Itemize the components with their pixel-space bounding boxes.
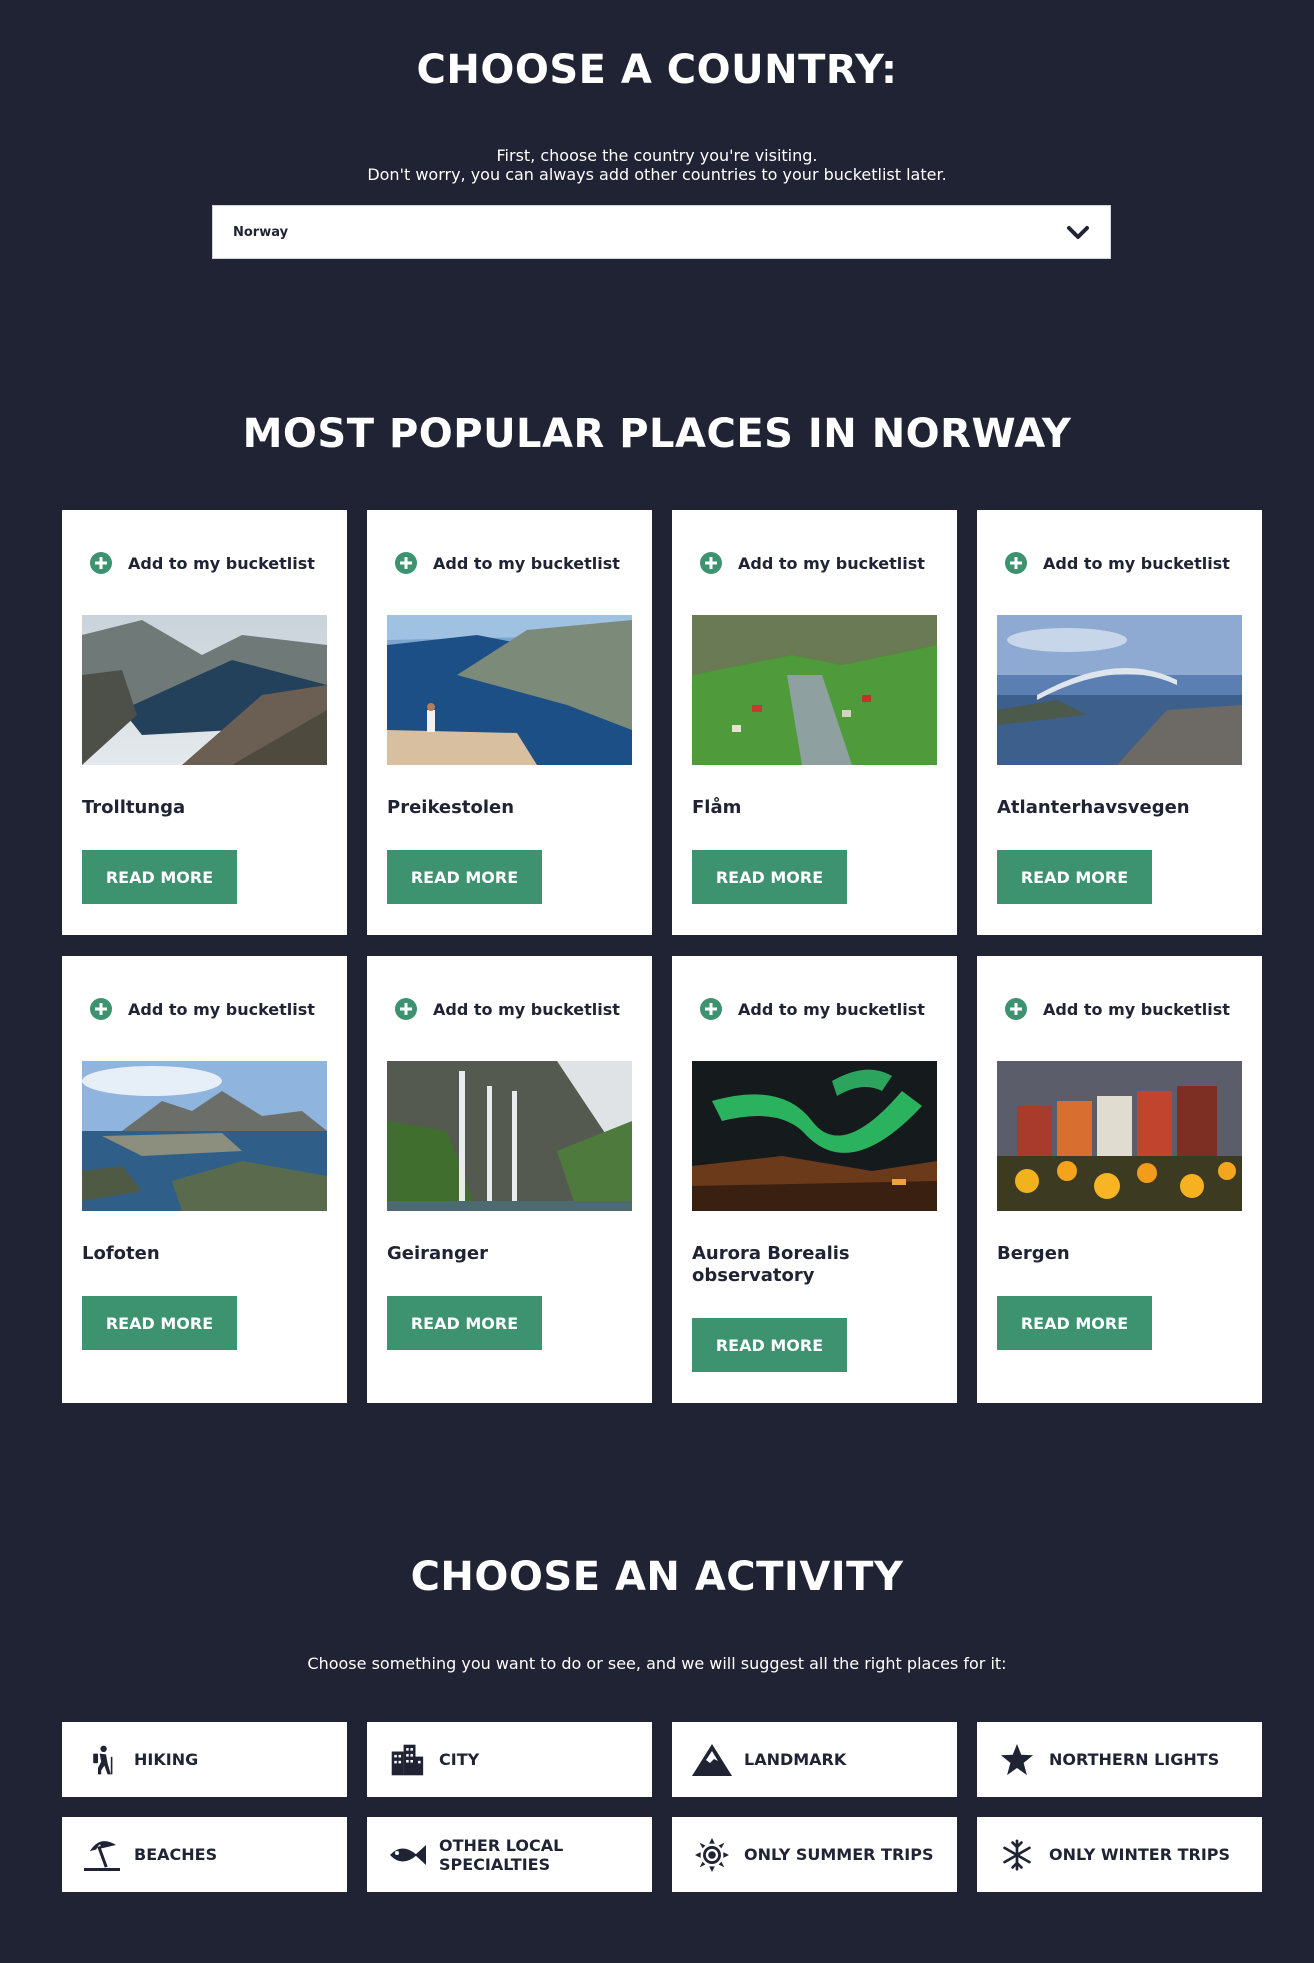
- activity-label: BEACHES: [134, 1845, 218, 1864]
- activity-beaches[interactable]: BEACHES: [62, 1817, 347, 1892]
- activity-only-summer-trips[interactable]: ONLY SUMMER TRIPS: [672, 1817, 957, 1892]
- plus-circle-icon: [395, 998, 417, 1020]
- add-to-bucketlist-button[interactable]: Add to my bucketlist: [90, 998, 315, 1020]
- place-card: Add to my bucketlist Lofoten READ MORE: [62, 956, 347, 1403]
- bucketlist-label: Add to my bucketlist: [1043, 999, 1230, 1019]
- place-title: Preikestolen: [387, 797, 515, 818]
- activity-label: CITY: [439, 1750, 480, 1769]
- read-more-button[interactable]: READ MORE: [692, 850, 847, 904]
- plus-circle-icon: [700, 998, 722, 1020]
- activity-label: ONLY WINTER TRIPS: [1049, 1845, 1231, 1864]
- country-select-value: Norway: [233, 224, 289, 240]
- fish-icon: [385, 1835, 429, 1875]
- bucketlist-label: Add to my bucketlist: [1043, 553, 1230, 573]
- plus-circle-icon: [1005, 998, 1027, 1020]
- read-more-button[interactable]: READ MORE: [82, 1296, 237, 1350]
- place-photo: [82, 1061, 327, 1211]
- bucketlist-label: Add to my bucketlist: [433, 999, 620, 1019]
- city-icon: [385, 1740, 429, 1780]
- place-title: Atlanterhavsvegen: [997, 797, 1190, 818]
- mountain-icon: [690, 1740, 734, 1780]
- read-more-button[interactable]: READ MORE: [82, 850, 237, 904]
- activity-label: OTHER LOCAL SPECIALTIES: [439, 1835, 564, 1874]
- place-card: Add to my bucketlist Trolltunga READ MOR…: [62, 510, 347, 935]
- place-photo: [997, 1061, 1242, 1211]
- sun-icon: [690, 1835, 734, 1875]
- place-card: Add to my bucketlist Bergen READ MORE: [977, 956, 1262, 1403]
- plus-circle-icon: [90, 998, 112, 1020]
- plus-circle-icon: [700, 552, 722, 574]
- place-photo: [387, 615, 632, 765]
- read-more-button[interactable]: READ MORE: [387, 850, 542, 904]
- bucketlist-label: Add to my bucketlist: [738, 999, 925, 1019]
- activity-hiking[interactable]: HIKING: [62, 1722, 347, 1797]
- add-to-bucketlist-button[interactable]: Add to my bucketlist: [90, 552, 315, 574]
- plus-circle-icon: [395, 552, 417, 574]
- umbrella-beach-icon: [80, 1835, 124, 1875]
- read-more-button[interactable]: READ MORE: [997, 850, 1152, 904]
- place-photo: [82, 615, 327, 765]
- place-title: Bergen: [997, 1243, 1070, 1264]
- activity-label: LANDMARK: [744, 1750, 847, 1769]
- add-to-bucketlist-button[interactable]: Add to my bucketlist: [1005, 998, 1230, 1020]
- activity-heading: CHOOSE AN ACTIVITY: [410, 1554, 904, 1600]
- place-title: Trolltunga: [82, 797, 186, 818]
- activity-intro: Choose something you want to do or see, …: [307, 1654, 1007, 1673]
- country-intro-line2: Don't worry, you can always add other co…: [367, 165, 947, 184]
- add-to-bucketlist-button[interactable]: Add to my bucketlist: [395, 998, 620, 1020]
- star-icon: [995, 1740, 1039, 1780]
- place-card: Add to my bucketlist Aurora Borealis obs…: [672, 956, 957, 1403]
- place-photo: [387, 1061, 632, 1211]
- chevron-down-icon: [1067, 226, 1089, 239]
- read-more-button[interactable]: READ MORE: [692, 1318, 847, 1372]
- add-to-bucketlist-button[interactable]: Add to my bucketlist: [700, 998, 925, 1020]
- activity-other-local-specialties[interactable]: OTHER LOCAL SPECIALTIES: [367, 1817, 652, 1892]
- activity-only-winter-trips[interactable]: ONLY WINTER TRIPS: [977, 1817, 1262, 1892]
- add-to-bucketlist-button[interactable]: Add to my bucketlist: [700, 552, 925, 574]
- plus-circle-icon: [1005, 552, 1027, 574]
- country-select[interactable]: Norway: [212, 205, 1111, 259]
- snowflake-icon: [995, 1835, 1039, 1875]
- place-title: Lofoten: [82, 1243, 160, 1264]
- activity-label: ONLY SUMMER TRIPS: [744, 1845, 934, 1864]
- place-card: Add to my bucketlist Flåm READ MORE: [672, 510, 957, 935]
- read-more-button[interactable]: READ MORE: [387, 1296, 542, 1350]
- place-title: Geiranger: [387, 1243, 488, 1264]
- place-photo: [692, 1061, 937, 1211]
- activity-label: HIKING: [134, 1750, 199, 1769]
- place-photo: [997, 615, 1242, 765]
- activity-city[interactable]: CITY: [367, 1722, 652, 1797]
- country-heading: CHOOSE A COUNTRY:: [416, 47, 898, 93]
- place-title: Flåm: [692, 797, 742, 818]
- plus-circle-icon: [90, 552, 112, 574]
- add-to-bucketlist-button[interactable]: Add to my bucketlist: [395, 552, 620, 574]
- activity-landmark[interactable]: LANDMARK: [672, 1722, 957, 1797]
- hiker-icon: [80, 1740, 124, 1780]
- activity-northern-lights[interactable]: NORTHERN LIGHTS: [977, 1722, 1262, 1797]
- place-card: Add to my bucketlist Geiranger READ MORE: [367, 956, 652, 1403]
- bucketlist-label: Add to my bucketlist: [128, 999, 315, 1019]
- read-more-button[interactable]: READ MORE: [997, 1296, 1152, 1350]
- bucketlist-label: Add to my bucketlist: [738, 553, 925, 573]
- country-intro-line1: First, choose the country you're visitin…: [496, 146, 818, 165]
- place-card: Add to my bucketlist Atlanterhavsvegen R…: [977, 510, 1262, 935]
- places-heading: MOST POPULAR PLACES IN NORWAY: [242, 411, 1072, 457]
- place-card: Add to my bucketlist Preikestolen READ M…: [367, 510, 652, 935]
- place-title: Aurora Borealis observatory: [692, 1243, 850, 1286]
- bucketlist-label: Add to my bucketlist: [128, 553, 315, 573]
- place-photo: [692, 615, 937, 765]
- add-to-bucketlist-button[interactable]: Add to my bucketlist: [1005, 552, 1230, 574]
- activity-label: NORTHERN LIGHTS: [1049, 1750, 1220, 1769]
- bucketlist-label: Add to my bucketlist: [433, 553, 620, 573]
